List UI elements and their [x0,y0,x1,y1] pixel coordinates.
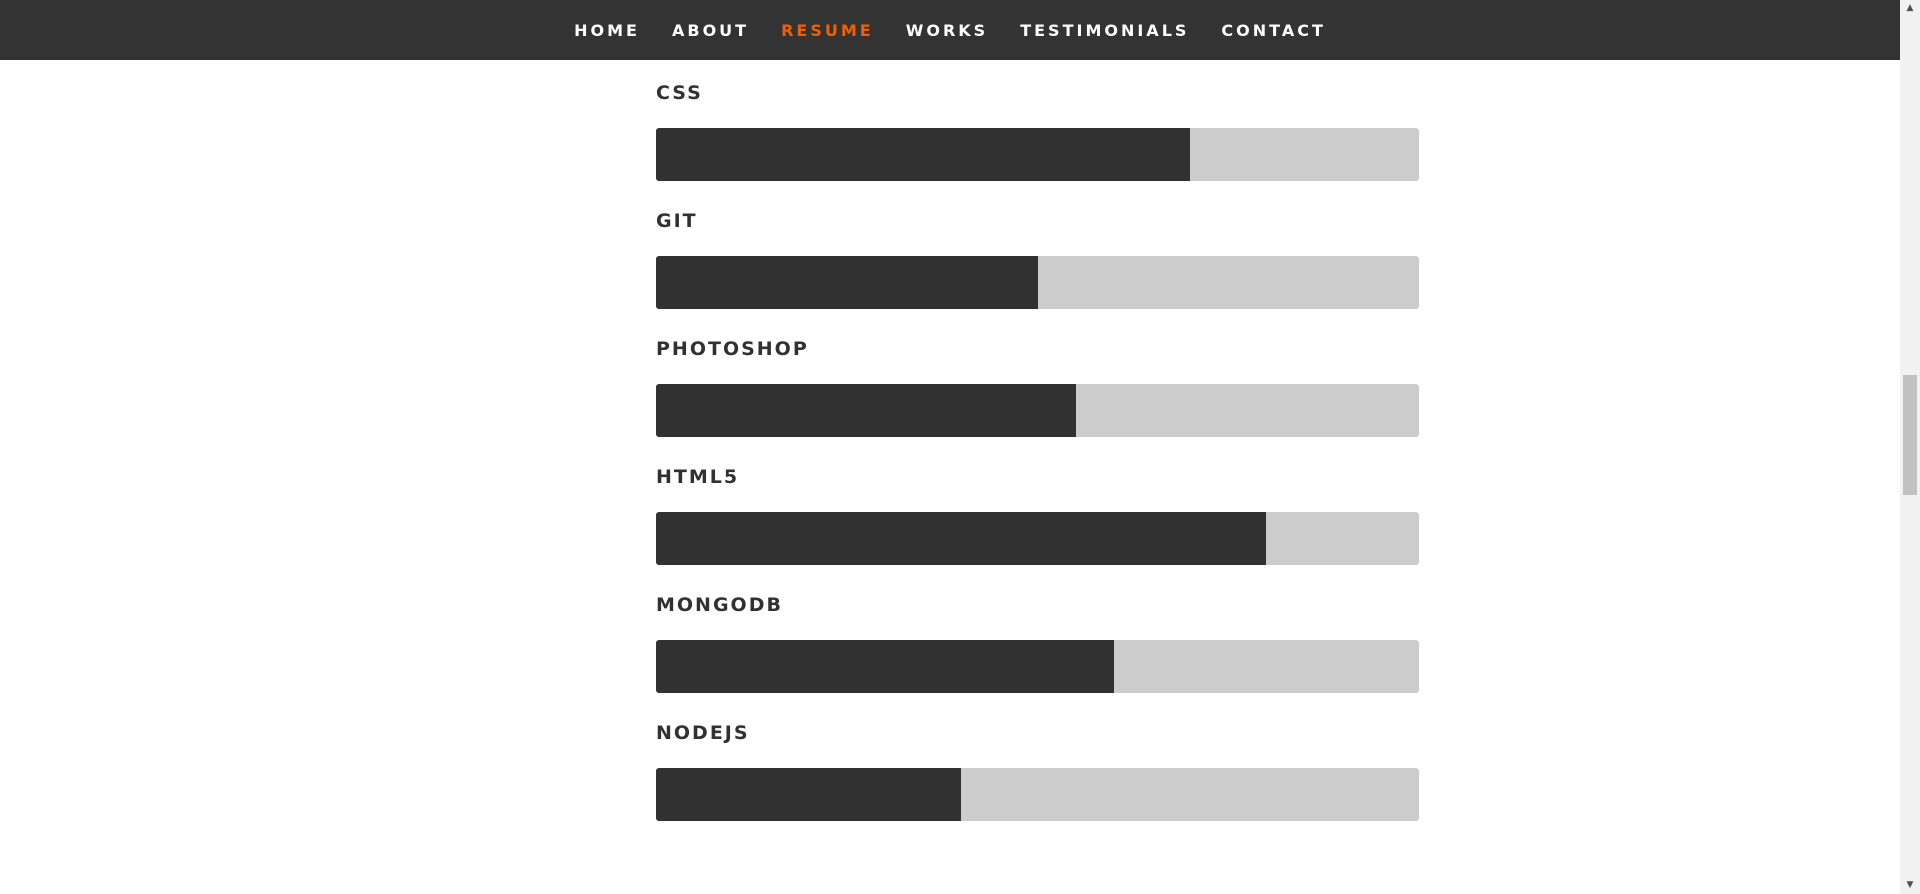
scrollbar-thumb[interactable] [1903,375,1917,495]
skill-label: MONGODB [656,594,783,616]
scroll-down-arrow-icon[interactable]: ▼ [1900,877,1920,894]
skill-bar-track [656,128,1419,181]
skill-label: CSS [656,82,703,104]
skill-bar-track [656,384,1419,437]
skill-nodejs: NODEJS [656,700,1419,828]
nav-item-about[interactable]: ABOUT [672,21,749,40]
skill-bar-track [656,768,1419,821]
scroll-up-arrow-icon[interactable]: ▲ [1900,0,1920,17]
skill-label: GIT [656,210,698,232]
nav-item-home[interactable]: HOME [574,21,640,40]
page: HOME ABOUT RESUME WORKS TESTIMONIALS CON… [0,0,1920,894]
skill-bar-fill [656,256,1038,309]
page-scrollbar[interactable]: ▲ ▼ [1900,0,1920,894]
skill-label: HTML5 [656,466,740,488]
top-navigation: HOME ABOUT RESUME WORKS TESTIMONIALS CON… [0,0,1900,60]
skill-photoshop: PHOTOSHOP [656,316,1419,444]
skill-css: CSS [656,60,1419,188]
nav-menu: HOME ABOUT RESUME WORKS TESTIMONIALS CON… [558,0,1342,60]
skill-mongodb: MONGODB [656,572,1419,700]
nav-item-testimonials[interactable]: TESTIMONIALS [1020,21,1189,40]
skill-bar-fill [656,384,1076,437]
skill-bar-fill [656,512,1267,565]
nav-item-resume[interactable]: RESUME [781,21,874,40]
skills-section: CSS GIT PHOTOSHOP HTML5 MONGODB NODEJS [656,60,1419,828]
skill-bar-fill [656,640,1114,693]
skill-git: GIT [656,188,1419,316]
nav-item-contact[interactable]: CONTACT [1221,21,1325,40]
skill-label: PHOTOSHOP [656,338,809,360]
skill-bar-track [656,512,1419,565]
skill-html5: HTML5 [656,444,1419,572]
skill-bar-track [656,256,1419,309]
skill-bar-track [656,640,1419,693]
skill-bar-fill [656,768,962,821]
skill-bar-fill [656,128,1191,181]
skill-label: NODEJS [656,722,750,744]
nav-item-works[interactable]: WORKS [906,21,989,40]
